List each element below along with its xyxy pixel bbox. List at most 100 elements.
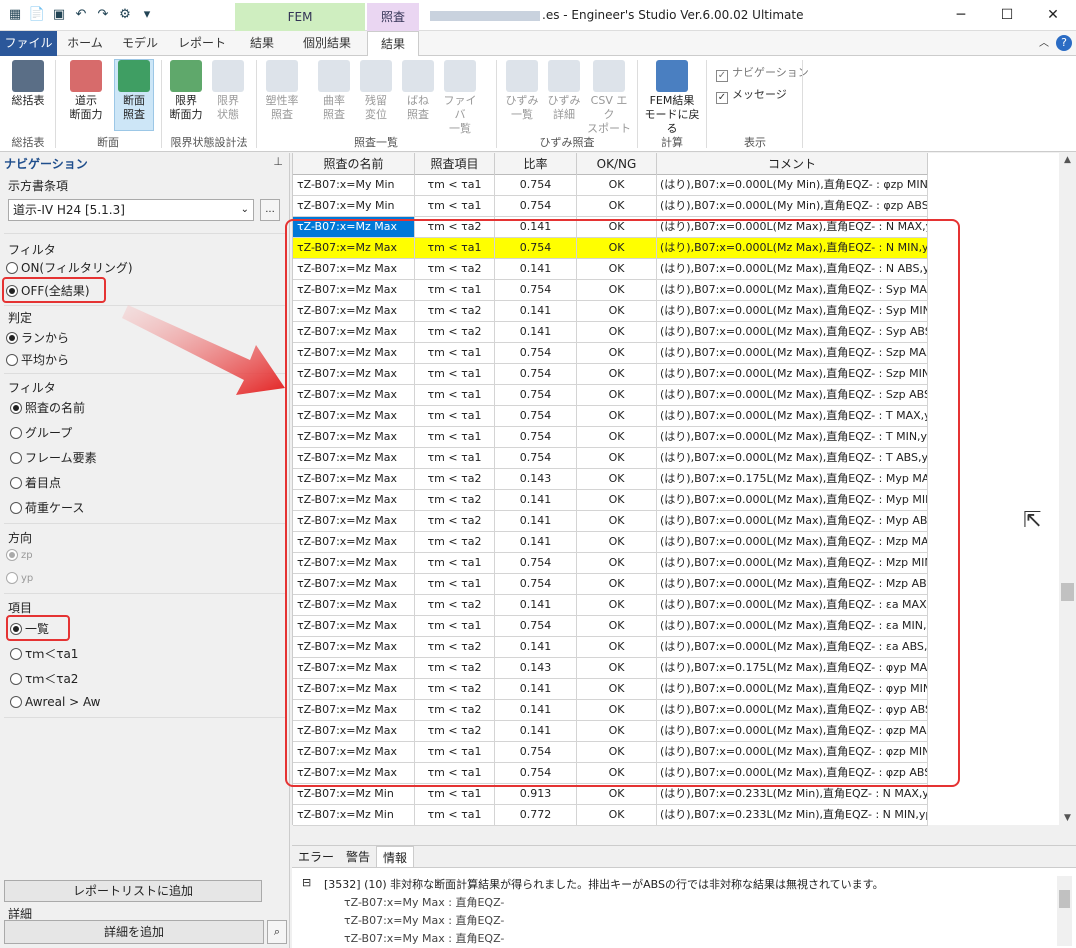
- tab-warnings[interactable]: 警告: [340, 846, 376, 867]
- spec-select[interactable]: 道示-IV H24 [5.1.3] ⌄: [8, 199, 254, 221]
- tab-results[interactable]: 結果: [237, 31, 287, 56]
- tab-errors[interactable]: エラー: [292, 846, 340, 867]
- minimize-button[interactable]: ─: [938, 0, 984, 31]
- fem-mode-button[interactable]: FEM結果 モードに戻る: [642, 60, 702, 136]
- table-row[interactable]: τZ-B07:x=My Min τm < τa1 0.754 OK (はり),B07:x…: [293, 175, 928, 196]
- scroll-down-icon[interactable]: ▼: [1059, 813, 1076, 823]
- cell-check-name[interactable]: τZ-B07:x=Mz Min: [293, 805, 415, 825]
- cell-check-item[interactable]: τm < τa1: [415, 175, 495, 195]
- radio-selected-icon: [10, 401, 22, 414]
- navigation-checkbox[interactable]: ✓ ナビゲーション: [716, 64, 809, 82]
- table-row[interactable]: τZ-B07:x=Mz Min τm < τa1 0.772 OK (はり),B07:x…: [293, 805, 928, 826]
- cell-check-item[interactable]: τm < τa1: [415, 805, 495, 825]
- table-row[interactable]: τZ-B07:x=My Min τm < τa1 0.754 OK (はり),B07:x…: [293, 196, 928, 217]
- column-header-okng[interactable]: OK/NG: [577, 153, 657, 175]
- cell-comment[interactable]: (はり),B07:x=0.233L(Mz Min),直角EQZ- : N MAX…: [657, 784, 928, 804]
- section-check-icon: [118, 60, 150, 92]
- csv-export-button[interactable]: CSV エク スポート: [586, 60, 632, 136]
- cell-comment[interactable]: (はり),B07:x=0.000L(My Min),直角EQZ- : φzp M…: [657, 175, 928, 195]
- settings-icon[interactable]: ⚙: [116, 6, 134, 24]
- tab-file[interactable]: ファイル: [0, 31, 57, 56]
- collapse-ribbon-icon[interactable]: ︿: [1036, 31, 1052, 56]
- residual-disp-button[interactable]: 残留 変位: [356, 60, 396, 122]
- cell-check-item[interactable]: τm < τa1: [415, 196, 495, 216]
- divider: [4, 373, 286, 374]
- ribbon-separator: [161, 60, 162, 148]
- strain-list-button[interactable]: ひずみ 一覧: [502, 60, 542, 122]
- search-icon[interactable]: ⌕: [267, 920, 287, 944]
- limit-state-button[interactable]: 限界 状態: [210, 60, 246, 122]
- add-report-button[interactable]: レポートリストに追加: [4, 880, 262, 902]
- direction-zp-radio[interactable]: zp: [6, 549, 33, 561]
- scrollbar-thumb[interactable]: [1061, 583, 1074, 601]
- summary-button[interactable]: 総括表: [6, 60, 50, 108]
- spring-check-button[interactable]: ばね 照査: [398, 60, 438, 122]
- item-aw-radio[interactable]: Awreal > Aw: [10, 695, 101, 709]
- filter-name-radio[interactable]: 照査の名前: [10, 399, 85, 416]
- cell-check-name[interactable]: τZ-B07:x=Mz Min: [293, 784, 415, 804]
- column-header-ratio[interactable]: 比率: [495, 153, 577, 175]
- cell-check-name[interactable]: τZ-B07:x=My Min: [293, 175, 415, 195]
- limit-force-button[interactable]: 限界 断面力: [166, 60, 206, 122]
- save-icon[interactable]: ▣: [50, 6, 68, 24]
- redo-icon[interactable]: ↷: [94, 6, 112, 24]
- section-check-button[interactable]: 断面 照査: [114, 59, 154, 131]
- cell-ok-ng[interactable]: OK: [577, 805, 657, 825]
- cell-ok-ng[interactable]: OK: [577, 175, 657, 195]
- cell-check-item[interactable]: τm < τa1: [415, 784, 495, 804]
- undo-icon[interactable]: ↶: [72, 6, 90, 24]
- close-button[interactable]: ✕: [1030, 0, 1076, 31]
- ductility-check-button[interactable]: 塑性率 照査: [262, 60, 302, 122]
- tab-report[interactable]: レポート: [172, 31, 232, 56]
- message-panel: エラー 警告 情報 ⊟ [3532] (10) 非対称な断面計算結果が得られまし…: [292, 845, 1076, 948]
- cell-check-name[interactable]: τZ-B07:x=My Min: [293, 196, 415, 216]
- cell-comment[interactable]: (はり),B07:x=0.000L(My Min),直角EQZ- : φzp A…: [657, 196, 928, 216]
- filter-frame-radio[interactable]: フレーム要素: [10, 449, 97, 466]
- curvature-check-button[interactable]: 曲率 照査: [314, 60, 354, 122]
- new-file-icon[interactable]: 📄: [28, 6, 46, 24]
- column-header-name[interactable]: 照査の名前: [293, 153, 415, 175]
- cell-ratio[interactable]: 0.754: [495, 175, 577, 195]
- maximize-button[interactable]: ☐: [984, 0, 1030, 31]
- scroll-up-icon[interactable]: ▲: [1059, 155, 1076, 165]
- column-header-comment[interactable]: コメント: [657, 153, 928, 175]
- grid-scrollbar[interactable]: ▲ ▼: [1059, 153, 1076, 825]
- cell-ratio[interactable]: 0.754: [495, 196, 577, 216]
- scrollbar-thumb[interactable]: [1059, 890, 1070, 908]
- tab-info[interactable]: 情報: [376, 846, 415, 867]
- strain-detail-button[interactable]: ひずみ 詳細: [544, 60, 584, 122]
- cell-ratio[interactable]: 0.772: [495, 805, 577, 825]
- tab-individual-results[interactable]: 個別結果: [292, 31, 362, 56]
- message-checkbox[interactable]: ✓ メッセージ: [716, 86, 787, 104]
- judge-avg-radio[interactable]: 平均から: [6, 351, 69, 368]
- fiber-list-button[interactable]: ファイバ 一覧: [440, 60, 480, 136]
- item-ta2-radio[interactable]: τｍ＜τa2: [10, 670, 78, 687]
- collapse-tree-icon[interactable]: ⊟: [302, 876, 311, 889]
- group-limit-state: 限界状態設計法: [170, 136, 248, 149]
- item-ta1-radio[interactable]: τｍ＜τa1: [10, 645, 78, 662]
- filter-on-radio[interactable]: ON(フィルタリング): [6, 259, 133, 276]
- message-scrollbar[interactable]: [1057, 876, 1072, 946]
- section-force-button[interactable]: 道示 断面力: [64, 60, 108, 122]
- spec-browse-button[interactable]: ...: [260, 199, 280, 221]
- customize-dropdown-icon[interactable]: ▾: [138, 6, 156, 24]
- filter-group-radio[interactable]: グループ: [10, 424, 72, 441]
- filter-loadcase-radio[interactable]: 荷重ケース: [10, 499, 84, 516]
- cell-ratio[interactable]: 0.913: [495, 784, 577, 804]
- add-detail-button[interactable]: 詳細を追加: [4, 920, 264, 944]
- filter-point-radio[interactable]: 着目点: [10, 474, 61, 491]
- cell-ok-ng[interactable]: OK: [577, 784, 657, 804]
- tab-check-results[interactable]: 結果: [367, 31, 419, 57]
- cell-ok-ng[interactable]: OK: [577, 196, 657, 216]
- column-header-item[interactable]: 照査項目: [415, 153, 495, 175]
- pin-icon[interactable]: ⊥: [273, 155, 283, 168]
- cell-comment[interactable]: (はり),B07:x=0.233L(Mz Min),直角EQZ- : N MIN…: [657, 805, 928, 825]
- help-icon[interactable]: ?: [1056, 35, 1072, 51]
- navigation-title: ナビゲーション: [4, 157, 88, 171]
- table-row[interactable]: τZ-B07:x=Mz Min τm < τa1 0.913 OK (はり),B07:x…: [293, 784, 928, 805]
- tab-home[interactable]: ホーム: [60, 31, 110, 56]
- results-grid: 照査の名前 照査項目 比率 OK/NG コメント τZ-B07:x=My Min…: [285, 153, 1076, 826]
- judge-ran-radio[interactable]: ランから: [6, 329, 69, 346]
- direction-yp-radio[interactable]: yp: [6, 572, 33, 584]
- tab-model[interactable]: モデル: [115, 31, 165, 56]
